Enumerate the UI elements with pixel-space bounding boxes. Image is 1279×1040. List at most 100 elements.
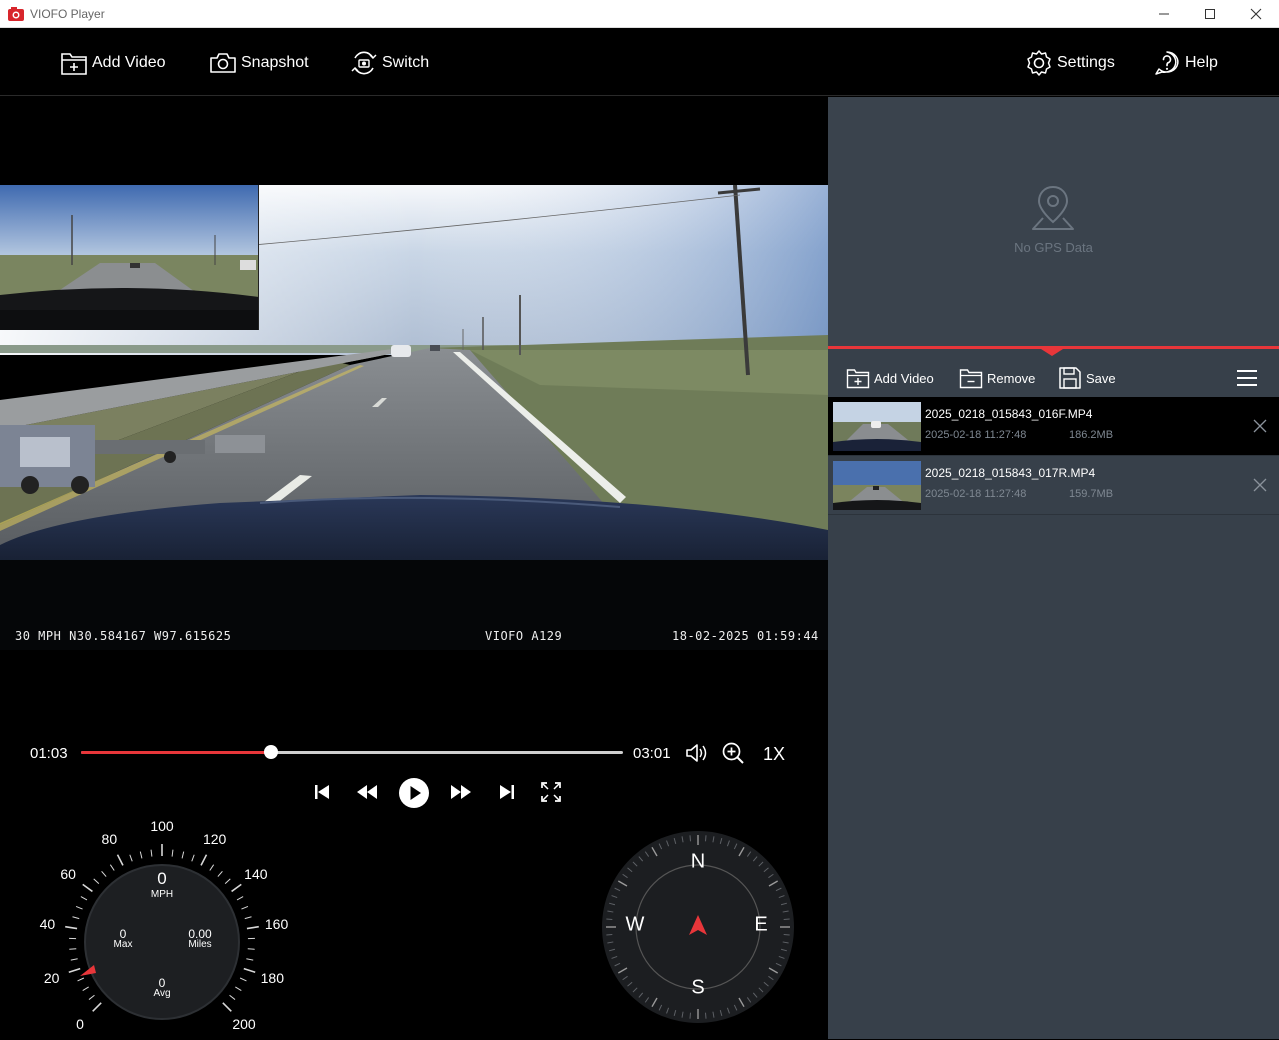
dashcam-rear-view: [0, 185, 259, 330]
speed-minor-tick: [83, 987, 89, 991]
speed-major-tick: [244, 969, 255, 973]
compass-tick: [606, 934, 612, 935]
speed-minor-tick: [237, 897, 243, 900]
speed-scale-label: 140: [244, 866, 267, 882]
osd-speed-coordinates: 30 MPH N30.584167 W97.615625: [15, 629, 231, 643]
playlist-item[interactable]: 2025_0218_015843_017R.MP4 2025-02-18 11:…: [828, 456, 1279, 515]
skip-next-icon: [498, 783, 516, 801]
playlist-add-video-label: Add Video: [874, 371, 934, 386]
compass-tick: [690, 1013, 691, 1019]
zoom-in-icon: [721, 741, 745, 765]
title-bar: VIOFO Player: [0, 0, 1279, 28]
previous-file-button[interactable]: [310, 780, 334, 804]
playlist-remove-button[interactable]: Remove: [959, 362, 1035, 394]
video-thumbnail: [833, 461, 921, 510]
compass: N E S W: [598, 830, 798, 1026]
playlist: 2025_0218_015843_016F.MP4 2025-02-18 11:…: [828, 397, 1279, 515]
playback-speed-button[interactable]: 1X: [763, 744, 785, 765]
speed-minor-tick: [130, 855, 132, 862]
speed-scale-label: 40: [40, 916, 56, 932]
speed-major-tick: [201, 855, 206, 866]
add-video-button[interactable]: Add Video: [60, 29, 166, 96]
snapshot-button[interactable]: Snapshot: [209, 29, 309, 96]
play-icon: [398, 777, 430, 809]
maximize-button[interactable]: [1187, 0, 1233, 28]
no-gps-data-label: No GPS Data: [828, 240, 1279, 255]
speed-minor-tick: [210, 865, 214, 871]
max-speed-readout: 0 Max: [114, 928, 133, 950]
file-size: 159.7MB: [1069, 488, 1113, 500]
speed-unit: MPH: [151, 890, 173, 900]
switch-camera-icon: [350, 50, 378, 76]
speed-minor-tick: [225, 879, 230, 884]
speed-minor-tick: [110, 865, 114, 871]
speed-minor-tick: [241, 906, 247, 909]
snapshot-label: Snapshot: [241, 54, 309, 72]
speed-minor-tick: [248, 949, 255, 950]
max-speed-label: Max: [114, 940, 133, 950]
main-toolbar: Add Video Snapshot Switch Settings: [0, 29, 1279, 96]
speed-minor-tick: [69, 949, 76, 950]
current-speed-value: 0: [151, 870, 173, 887]
playlist-save-button[interactable]: Save: [1058, 362, 1116, 394]
speed-scale-label: 120: [203, 831, 226, 847]
maximize-icon: [1204, 8, 1216, 20]
remove-file-icon[interactable]: [1253, 478, 1267, 492]
volume-button[interactable]: [685, 741, 709, 765]
speedometer: 020406080100120140160180200 0 MPH 0 Max …: [20, 815, 310, 1035]
current-time: 01:03: [30, 745, 68, 762]
hamburger-menu-icon: [1235, 368, 1259, 388]
video-thumbnail: [833, 402, 921, 451]
rewind-icon: [356, 784, 378, 800]
play-button[interactable]: [398, 777, 430, 809]
minimize-button[interactable]: [1141, 0, 1187, 28]
seek-bar[interactable]: [81, 751, 623, 754]
speaker-icon: [685, 742, 709, 764]
compass-tick: [606, 919, 612, 920]
next-file-button[interactable]: [495, 780, 519, 804]
compass-tick: [705, 835, 706, 841]
app-logo-icon: [8, 7, 24, 21]
speed-minor-tick: [72, 917, 79, 919]
speed-scale-label: 80: [102, 831, 118, 847]
speed-scale-label: 20: [44, 970, 60, 986]
speed-scale-label: 200: [232, 1016, 255, 1032]
fullscreen-icon: [541, 782, 561, 802]
fullscreen-button[interactable]: [539, 780, 563, 804]
osd-timestamp: 18-02-2025 01:59:44: [672, 629, 819, 643]
playlist-remove-label: Remove: [987, 371, 1035, 386]
speed-major-tick: [232, 884, 242, 891]
compass-tick: [690, 835, 691, 841]
help-button[interactable]: Help: [1153, 29, 1218, 96]
save-icon: [1058, 366, 1082, 390]
speed-scale-label: 0: [76, 1016, 84, 1032]
seek-bar-handle[interactable]: [264, 745, 278, 759]
speed-major-tick: [247, 927, 259, 929]
skip-previous-icon: [313, 783, 331, 801]
video-player[interactable]: 30 MPH N30.584167 W97.615625 VIOFO A129 …: [0, 97, 828, 1039]
rear-camera-pip[interactable]: [0, 185, 259, 330]
zoom-button[interactable]: [721, 741, 745, 765]
playlist-add-video-button[interactable]: Add Video: [846, 362, 934, 394]
help-icon: [1153, 49, 1181, 77]
playlist-item[interactable]: 2025_0218_015843_016F.MP4 2025-02-18 11:…: [828, 397, 1279, 456]
file-date: 2025-02-18 11:27:48: [925, 488, 1026, 500]
settings-button[interactable]: Settings: [1025, 29, 1115, 96]
panel-divider-pointer: [1041, 349, 1063, 356]
miles-label: Miles: [188, 940, 211, 950]
speed-minor-tick: [240, 978, 246, 981]
rewind-button[interactable]: [354, 780, 380, 804]
add-folder-icon: [60, 50, 88, 76]
speed-minor-tick: [192, 855, 194, 862]
remove-file-icon[interactable]: [1253, 419, 1267, 433]
switch-button[interactable]: Switch: [350, 29, 429, 96]
playlist-menu-button[interactable]: [1235, 362, 1259, 394]
compass-tick: [705, 1013, 706, 1019]
total-time: 03:01: [633, 745, 671, 762]
speed-scale-label: 180: [261, 970, 284, 986]
fast-forward-button[interactable]: [448, 780, 474, 804]
close-button[interactable]: [1233, 0, 1279, 28]
window-title: VIOFO Player: [30, 7, 105, 21]
speed-major-tick: [83, 884, 93, 891]
speed-minor-tick: [102, 871, 107, 876]
